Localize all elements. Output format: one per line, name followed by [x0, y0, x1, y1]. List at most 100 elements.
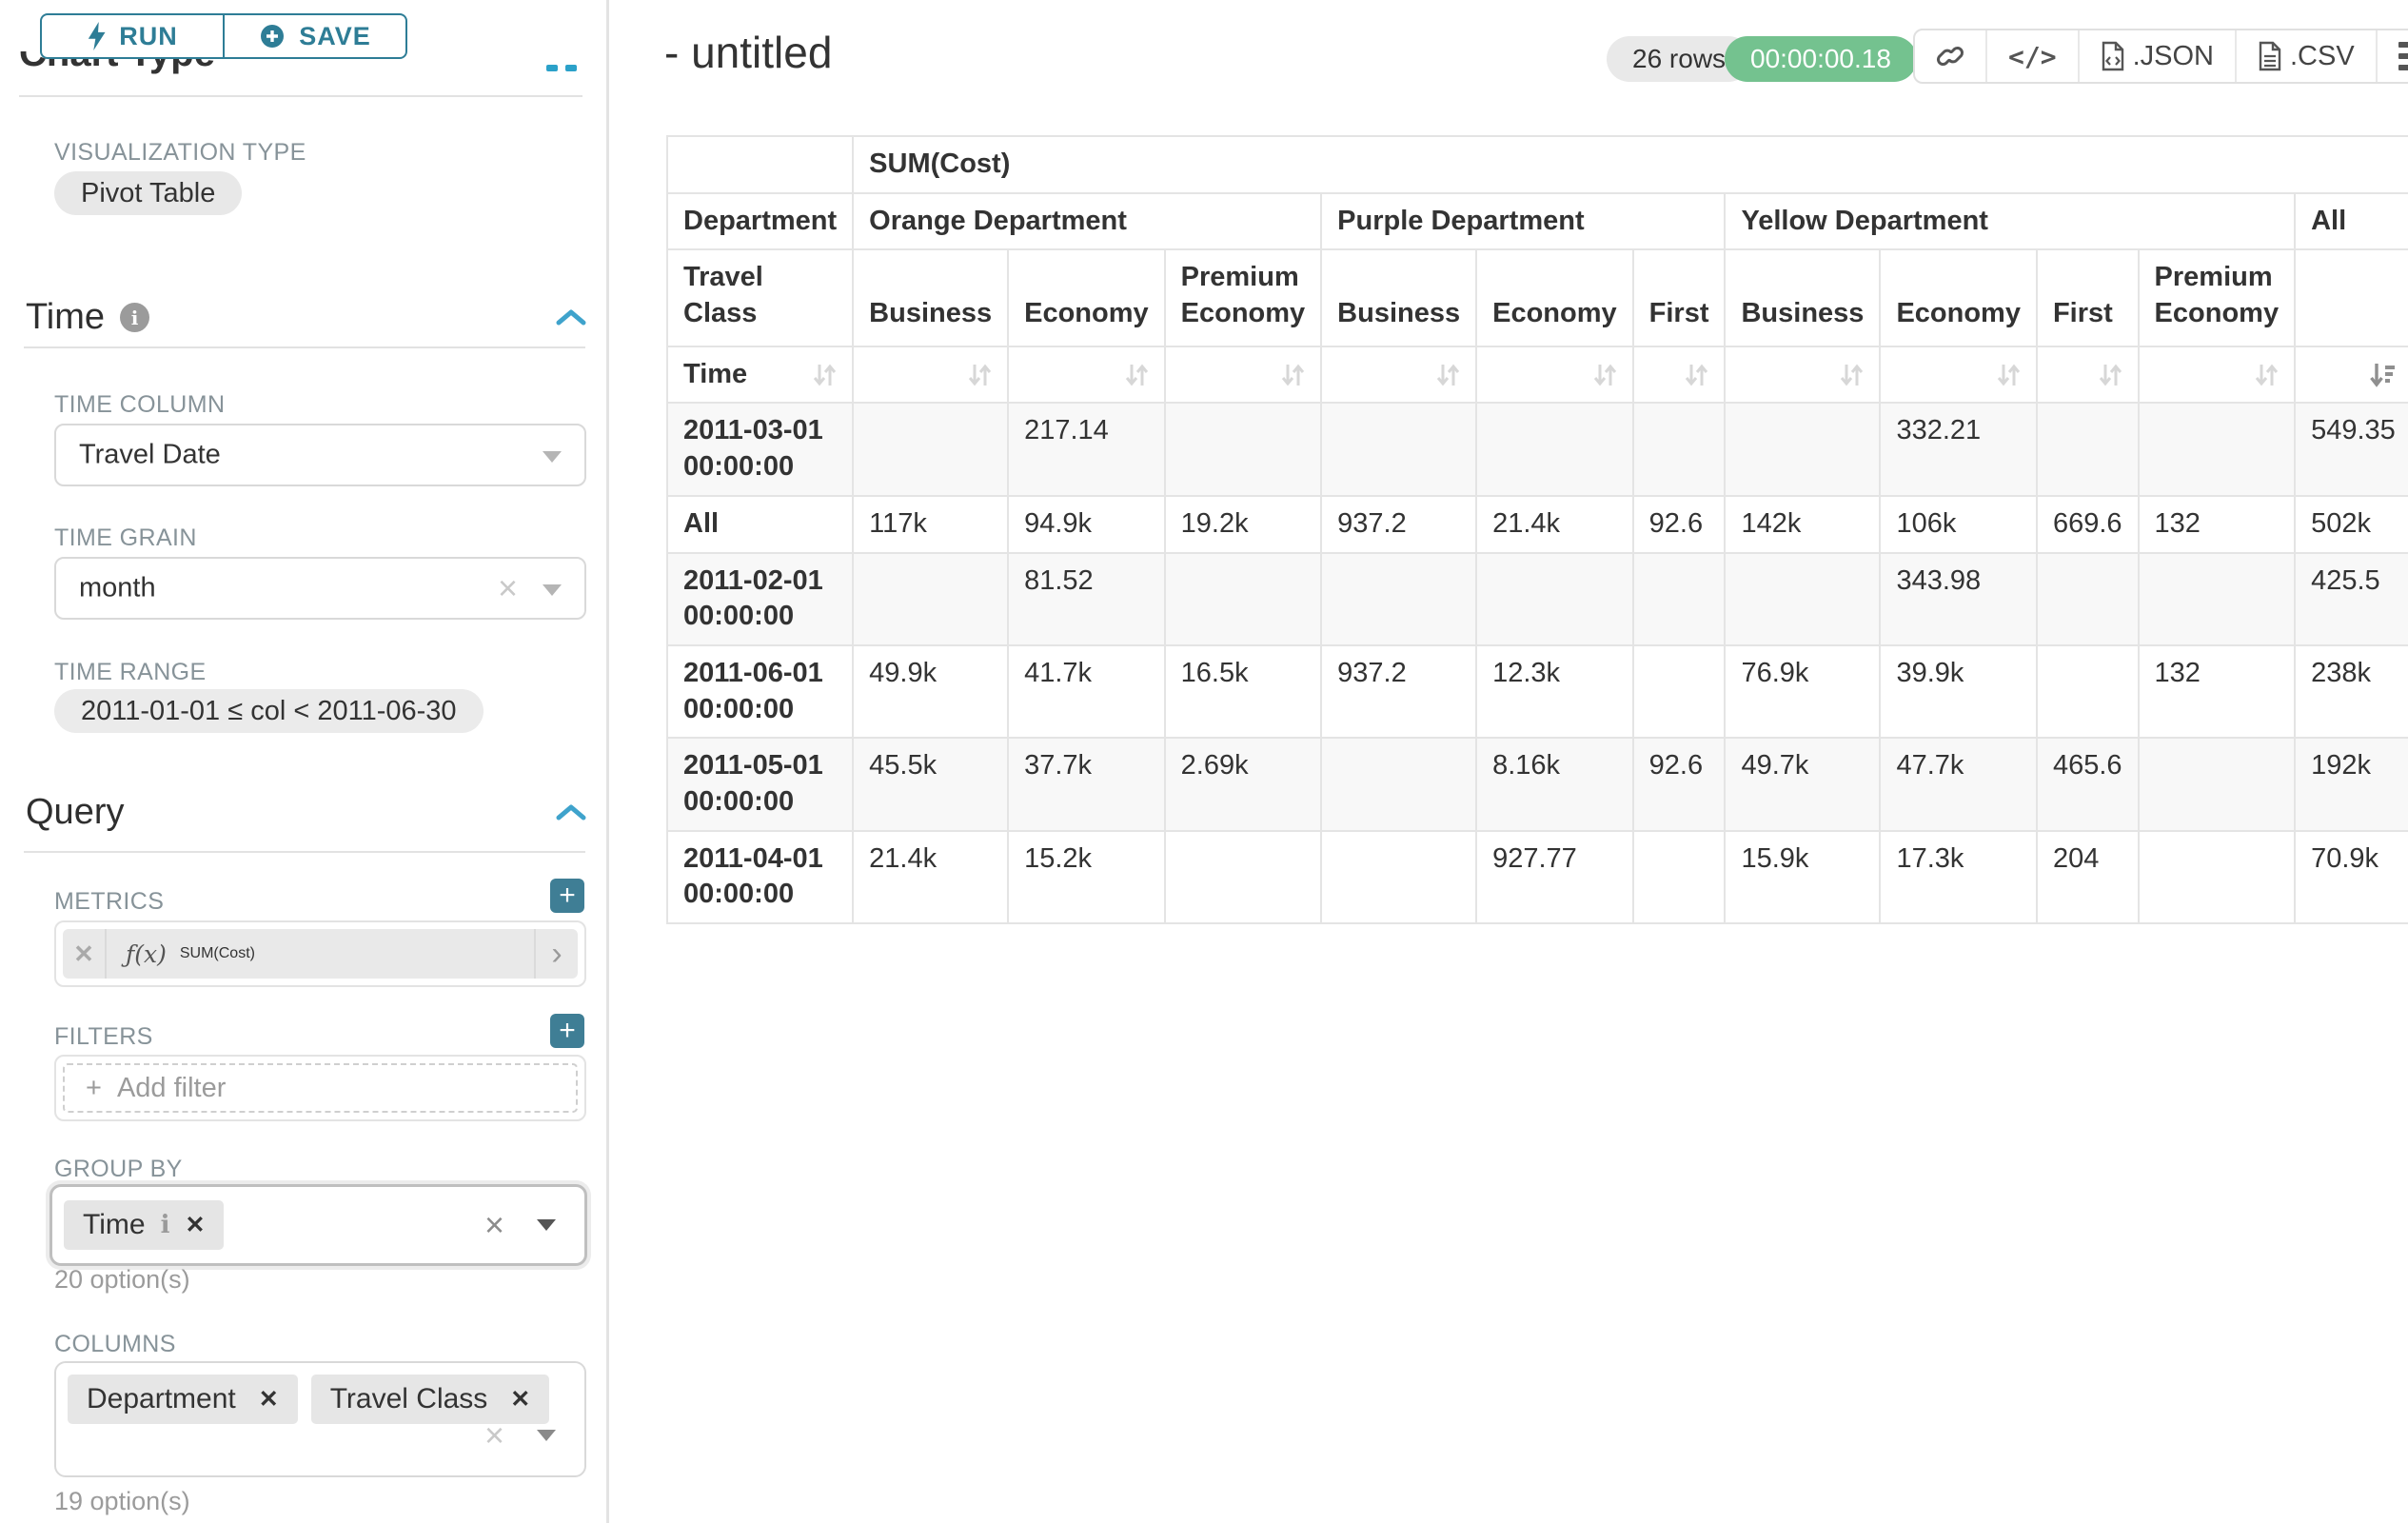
info-icon[interactable]: i — [120, 303, 149, 332]
column-subheader: First — [2037, 249, 2139, 346]
pivot-cell: 465.6 — [2037, 738, 2139, 830]
pivot-cell: 343.98 — [1880, 553, 2037, 645]
time-column-label: TIME COLUMN — [54, 391, 225, 419]
time-range-value[interactable]: 2011-01-01 ≤ col < 2011-06-30 — [54, 689, 484, 733]
sort-header-cell[interactable] — [853, 346, 1008, 404]
chevron-right-icon[interactable]: › — [534, 929, 578, 979]
sort-icon[interactable] — [1593, 362, 1617, 388]
sort-header-cell[interactable] — [1476, 346, 1633, 404]
pivot-cell: 132 — [2139, 645, 2296, 738]
pivot-cell: 937.2 — [1321, 496, 1476, 553]
sort-header-cell[interactable] — [1633, 346, 1726, 404]
clear-icon[interactable]: × — [484, 1208, 504, 1242]
pivot-cell — [2037, 553, 2139, 645]
sort-header-cell[interactable] — [1321, 346, 1476, 404]
add-filter-plus-button[interactable]: + — [550, 1014, 584, 1048]
link-icon — [1936, 42, 1964, 70]
sort-icon[interactable] — [2099, 362, 2122, 388]
pivot-cell — [1165, 403, 1322, 495]
sort-icon[interactable] — [968, 362, 992, 388]
pivot-cell: 192k — [2295, 738, 2408, 830]
column-subheader: Business — [853, 249, 1008, 346]
pivot-cell — [1321, 738, 1476, 830]
export-json-button[interactable]: .JSON — [2078, 30, 2235, 82]
panel-drag-handle-dot[interactable] — [546, 65, 558, 71]
pivot-cell: 15.2k — [1008, 831, 1165, 923]
column-subheader: Economy — [1008, 249, 1165, 346]
sort-desc-icon[interactable] — [2369, 362, 2396, 388]
section-divider — [24, 851, 585, 853]
sort-header-cell[interactable] — [1008, 346, 1165, 404]
chart-title[interactable]: - untitled — [664, 27, 832, 78]
export-csv-button[interactable]: .CSV — [2235, 30, 2376, 82]
pivot-cell: 41.7k — [1008, 645, 1165, 738]
pivot-cell: 142k — [1725, 496, 1880, 553]
sort-header-cell[interactable] — [1880, 346, 2037, 404]
pivot-cell: 81.52 — [1008, 553, 1165, 645]
sort-header-cell[interactable] — [2295, 346, 2408, 404]
more-menu-button[interactable] — [2376, 30, 2408, 82]
metrics-container: ✕ ƒ(x) SUM(Cost) › — [54, 920, 586, 987]
save-button[interactable]: SAVE — [223, 15, 405, 57]
view-query-button[interactable]: </> — [1985, 30, 2078, 82]
panel-drag-handle-dot[interactable] — [565, 65, 577, 71]
column-group-header: Yellow Department — [1725, 193, 2295, 250]
table-row: 2011-06-01 00:00:0049.9k41.7k16.5k937.21… — [667, 645, 2408, 738]
add-filter-button[interactable]: + Add filter — [63, 1063, 578, 1113]
visualization-type-value[interactable]: Pivot Table — [54, 171, 242, 215]
sort-icon[interactable] — [1281, 362, 1305, 388]
columns-tag: Department ✕ — [68, 1375, 298, 1424]
metric-pill[interactable]: ✕ ƒ(x) SUM(Cost) › — [63, 929, 578, 979]
sort-icon[interactable] — [1685, 362, 1708, 388]
chevron-up-icon[interactable] — [555, 308, 587, 327]
sort-icon[interactable] — [1997, 362, 2021, 388]
columns-tag: Travel Class ✕ — [311, 1375, 550, 1424]
metric-header: SUM(Cost) — [853, 136, 2408, 193]
add-metric-button[interactable]: + — [550, 879, 584, 913]
filters-container: + Add filter — [54, 1055, 586, 1121]
clear-icon[interactable]: × — [498, 571, 518, 605]
sort-icon[interactable] — [2255, 362, 2279, 388]
pivot-cell — [1725, 553, 1880, 645]
hamburger-icon — [2398, 42, 2408, 70]
copy-link-button[interactable] — [1915, 30, 1985, 82]
row-header: 2011-06-01 00:00:00 — [667, 645, 853, 738]
remove-metric-icon[interactable]: ✕ — [63, 929, 107, 979]
pivot-cell: 502k — [2295, 496, 2408, 553]
remove-tag-icon[interactable]: ✕ — [510, 1385, 530, 1414]
group-by-select[interactable]: Time i ✕ × — [49, 1184, 587, 1266]
row-header: 2011-04-01 00:00:00 — [667, 831, 853, 923]
remove-tag-icon[interactable]: ✕ — [185, 1211, 205, 1239]
time-grain-value: month — [79, 573, 156, 604]
run-button[interactable]: RUN — [42, 15, 223, 57]
sort-header-cell[interactable] — [2037, 346, 2139, 404]
panel-divider[interactable] — [606, 0, 609, 1523]
time-grain-select[interactable]: month × — [54, 557, 586, 620]
run-button-label: RUN — [119, 22, 178, 51]
info-icon[interactable]: i — [161, 1211, 170, 1239]
pivot-cell: 332.21 — [1880, 403, 2037, 495]
time-column-select[interactable]: Travel Date — [54, 424, 586, 486]
sort-icon[interactable] — [1840, 362, 1864, 388]
clear-icon[interactable]: × — [484, 1418, 504, 1453]
row-header: All — [667, 496, 853, 553]
pivot-cell: 39.9k — [1880, 645, 2037, 738]
pivot-table: SUM(Cost)DepartmentOrange DepartmentPurp… — [666, 135, 2408, 924]
column-subheader: First — [1633, 249, 1726, 346]
column-group-header: All — [2295, 193, 2408, 250]
pivot-cell — [853, 553, 1008, 645]
sort-header-cell[interactable] — [2139, 346, 2296, 404]
sort-header-cell[interactable] — [1725, 346, 1880, 404]
pivot-cell: 16.5k — [1165, 645, 1322, 738]
columns-select[interactable]: Department ✕ Travel Class ✕ × — [54, 1361, 586, 1477]
pivot-cell: 19.2k — [1165, 496, 1322, 553]
pivot-cell — [1165, 831, 1322, 923]
remove-tag-icon[interactable]: ✕ — [259, 1385, 279, 1414]
sort-icon[interactable] — [813, 362, 837, 388]
sort-icon[interactable] — [1436, 362, 1460, 388]
pivot-cell: 549.35 — [2295, 403, 2408, 495]
sort-icon[interactable] — [1125, 362, 1149, 388]
query-section-title: Query — [26, 792, 124, 833]
sort-header-cell[interactable] — [1165, 346, 1322, 404]
chevron-up-icon[interactable] — [555, 803, 587, 822]
